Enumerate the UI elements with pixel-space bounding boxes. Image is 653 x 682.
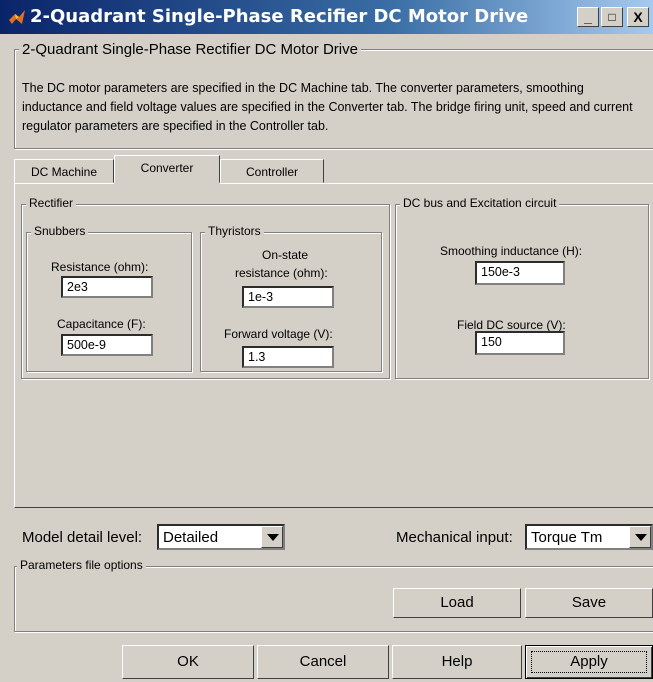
tab-label: Converter: [140, 161, 194, 175]
resistance-input[interactable]: 2e3: [61, 276, 153, 298]
tab-label: Controller: [245, 165, 299, 179]
cancel-button[interactable]: Cancel: [257, 645, 389, 679]
tab-divider: [220, 183, 653, 184]
close-button[interactable]: X: [627, 7, 649, 27]
rectifier-title: Rectifier: [26, 196, 77, 210]
save-button[interactable]: Save: [525, 588, 653, 618]
forward-voltage-input[interactable]: 1.3: [242, 346, 334, 368]
minimize-button[interactable]: _: [577, 7, 599, 27]
matlab-icon: [9, 10, 25, 24]
block-group-title: 2-Quadrant Single-Phase Rectifier DC Mot…: [19, 41, 361, 58]
onstate-label-line2: resistance (ohm):: [235, 266, 328, 280]
chevron-down-icon[interactable]: [261, 526, 283, 548]
model-detail-label: Model detail level:: [22, 529, 143, 546]
parameters-file-title: Parameters file options: [17, 558, 146, 572]
field-dc-source-label: Field DC source (V):: [457, 318, 566, 332]
mechanical-input-value: Torque Tm: [531, 529, 603, 546]
mechanical-input-select[interactable]: Torque Tm: [525, 524, 653, 550]
load-button[interactable]: Load: [393, 588, 521, 618]
thyristors-title: Thyristors: [205, 224, 264, 238]
field-dc-source-input[interactable]: 150: [475, 331, 565, 355]
smoothing-inductance-label: Smoothing inductance (H):: [440, 244, 583, 258]
tab-controller[interactable]: Controller: [220, 159, 324, 183]
tab-divider: [14, 183, 114, 184]
ok-button[interactable]: OK: [122, 645, 254, 679]
block-description: The DC motor parameters are specified in…: [22, 81, 633, 133]
tab-converter[interactable]: Converter: [114, 155, 220, 183]
tab-label: DC Machine: [30, 165, 98, 179]
dcbus-title: DC bus and Excitation circuit: [400, 196, 560, 210]
apply-label: Apply: [531, 651, 647, 673]
forward-voltage-label: Forward voltage (V):: [224, 327, 333, 341]
onstate-resistance-input[interactable]: 1e-3: [242, 286, 334, 308]
smoothing-inductance-input[interactable]: 150e-3: [475, 261, 565, 285]
model-detail-value: Detailed: [163, 529, 219, 546]
tab-dc-machine[interactable]: DC Machine: [14, 159, 114, 183]
resistance-label: Resistance (ohm):: [51, 260, 149, 274]
help-button[interactable]: Help: [392, 645, 522, 679]
mechanical-input-label: Mechanical input:: [396, 529, 513, 546]
capacitance-input[interactable]: 500e-9: [61, 334, 153, 356]
capacitance-label: Capacitance (F):: [57, 317, 146, 331]
apply-button[interactable]: Apply: [525, 645, 653, 679]
model-detail-select[interactable]: Detailed: [157, 524, 285, 550]
title-bar[interactable]: 2-Quadrant Single-Phase Recifier DC Moto…: [0, 0, 653, 34]
snubbers-title: Snubbers: [31, 224, 89, 238]
onstate-label-line1: On-state: [262, 248, 309, 262]
chevron-down-icon[interactable]: [629, 526, 651, 548]
window-title: 2-Quadrant Single-Phase Recifier DC Moto…: [30, 6, 529, 27]
maximize-button[interactable]: □: [601, 7, 623, 27]
